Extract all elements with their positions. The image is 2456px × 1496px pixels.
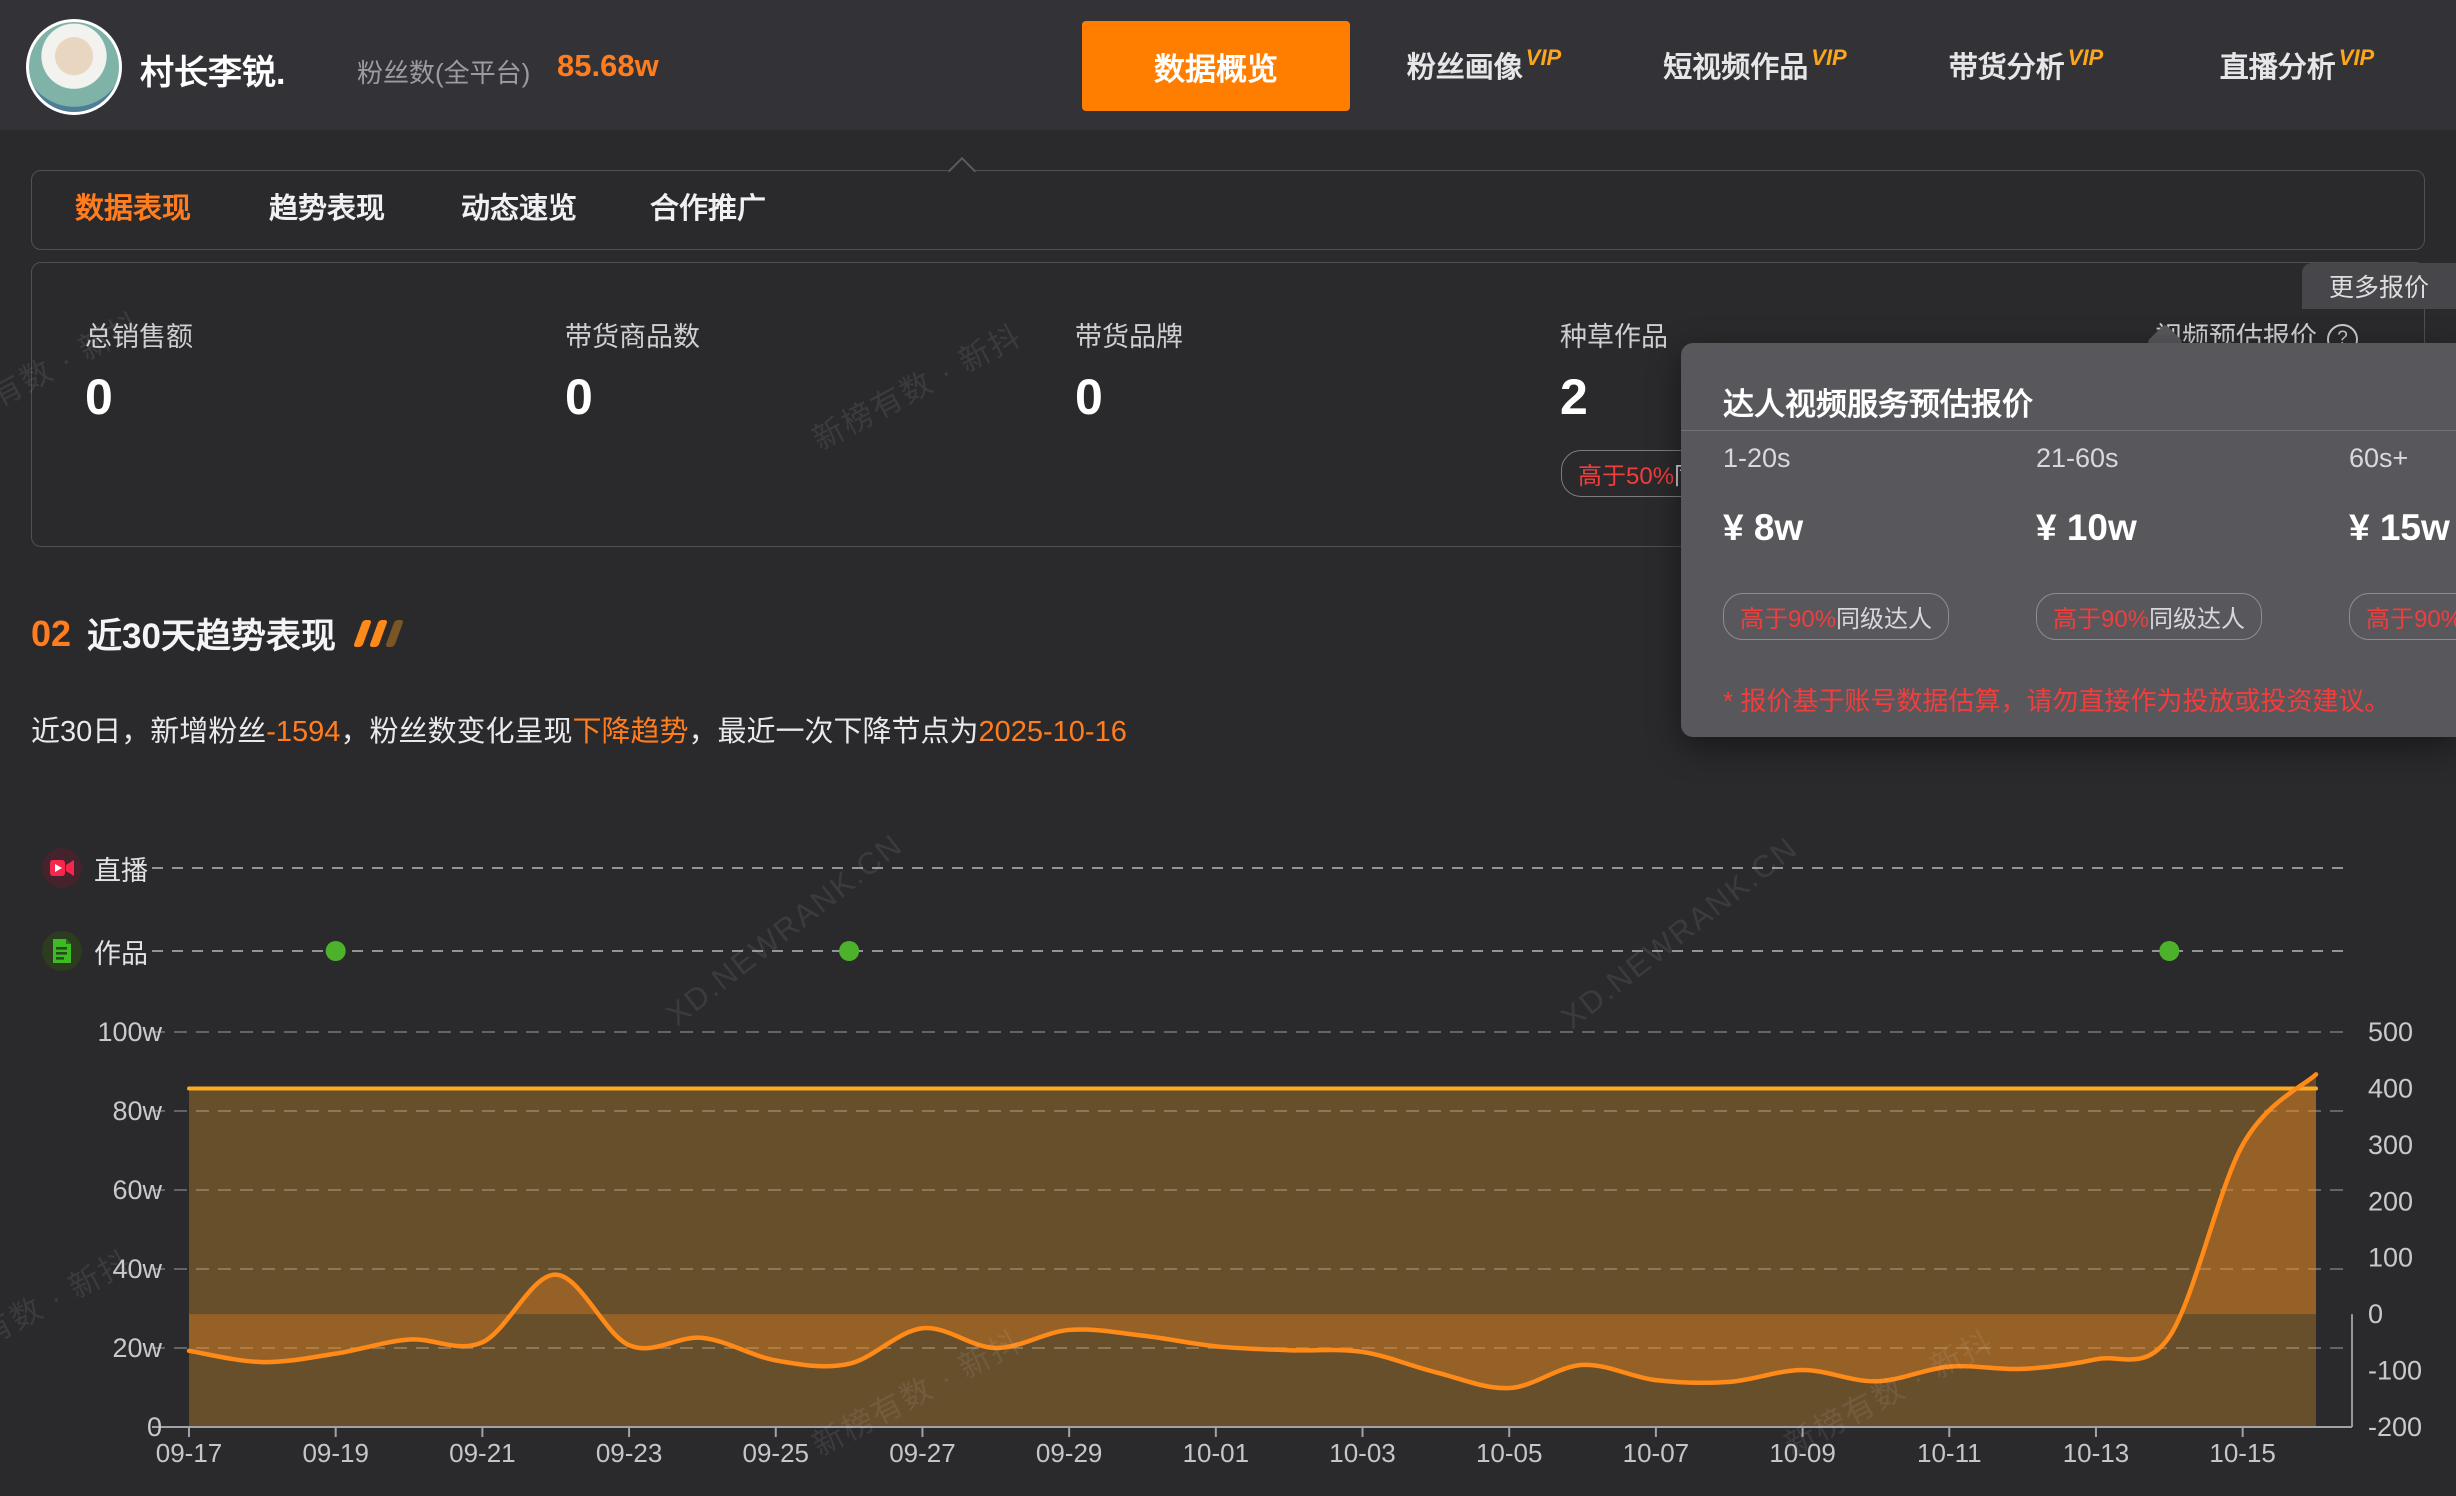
page: 村长李锐. 粉丝数(全平台) 85.68w 数据概览 粉丝画像VIP短视频作品V…	[0, 0, 2456, 1496]
popup-price: ¥ 15w	[2349, 507, 2450, 549]
svg-text:100: 100	[2368, 1243, 2413, 1273]
svg-text:80w: 80w	[112, 1096, 162, 1126]
svg-text:10-13: 10-13	[2063, 1438, 2130, 1468]
svg-text:-100: -100	[2368, 1356, 2422, 1386]
popup-rank-pill: 高于90%同级达人	[2349, 593, 2456, 640]
svg-text:200: 200	[2368, 1186, 2413, 1216]
badge-rest: 同级达人	[1836, 606, 1932, 633]
popup-duration: 21-60s	[2036, 443, 2119, 474]
badge-highlight: 高于90%	[2053, 606, 2149, 633]
svg-text:09-29: 09-29	[1036, 1438, 1103, 1468]
popup-rank-pill: 高于90%同级达人	[2036, 593, 2262, 640]
popup-price: ¥ 10w	[2036, 507, 2137, 549]
svg-text:09-23: 09-23	[596, 1438, 663, 1468]
svg-text:300: 300	[2368, 1130, 2413, 1160]
svg-text:10-07: 10-07	[1623, 1438, 1690, 1468]
svg-text:500: 500	[2368, 1017, 2413, 1047]
svg-text:09-21: 09-21	[449, 1438, 516, 1468]
popup-duration: 1-20s	[1723, 443, 1791, 474]
video-quote-popup: 达人视频服务预估报价 1-20s¥ 8w高于90%同级达人21-60s¥ 10w…	[1681, 343, 2456, 737]
svg-text:60w: 60w	[112, 1175, 162, 1205]
svg-text:10-01: 10-01	[1183, 1438, 1250, 1468]
svg-text:10-03: 10-03	[1329, 1438, 1396, 1468]
popup-rank-badge: 高于90%同级达人	[2036, 593, 2262, 640]
popup-title: 达人视频服务预估报价	[1723, 379, 2033, 424]
svg-text:400: 400	[2368, 1073, 2413, 1103]
svg-text:100w: 100w	[97, 1017, 162, 1047]
svg-text:10-15: 10-15	[2209, 1438, 2276, 1468]
badge-highlight: 高于90%	[2366, 606, 2456, 633]
svg-text:09-27: 09-27	[889, 1438, 956, 1468]
svg-text:10-05: 10-05	[1476, 1438, 1543, 1468]
svg-text:10-11: 10-11	[1917, 1438, 1982, 1468]
badge-rest: 同级达人	[2149, 606, 2245, 633]
popup-rank-badge: 高于90%同级达人	[2349, 593, 2456, 640]
svg-text:0: 0	[2368, 1299, 2383, 1329]
popup-rank-pill: 高于90%同级达人	[1723, 593, 1949, 640]
popup-footnote: * 报价基于账号数据估算，请勿直接作为投放或投资建议。	[1723, 681, 2390, 718]
svg-text:09-25: 09-25	[743, 1438, 810, 1468]
svg-text:09-17: 09-17	[156, 1438, 223, 1468]
badge-highlight: 高于90%	[1740, 606, 1836, 633]
popup-price: ¥ 8w	[1723, 507, 1803, 549]
svg-text:-200: -200	[2368, 1412, 2422, 1442]
popup-duration: 60s+	[2349, 443, 2408, 474]
svg-text:20w: 20w	[112, 1333, 162, 1363]
popup-divider	[1681, 430, 2456, 431]
svg-text:09-19: 09-19	[302, 1438, 369, 1468]
trend-chart: 020w40w60w80w100w-200-100010020030040050…	[0, 0, 2456, 1496]
popup-rank-badge: 高于90%同级达人	[1723, 593, 1949, 640]
